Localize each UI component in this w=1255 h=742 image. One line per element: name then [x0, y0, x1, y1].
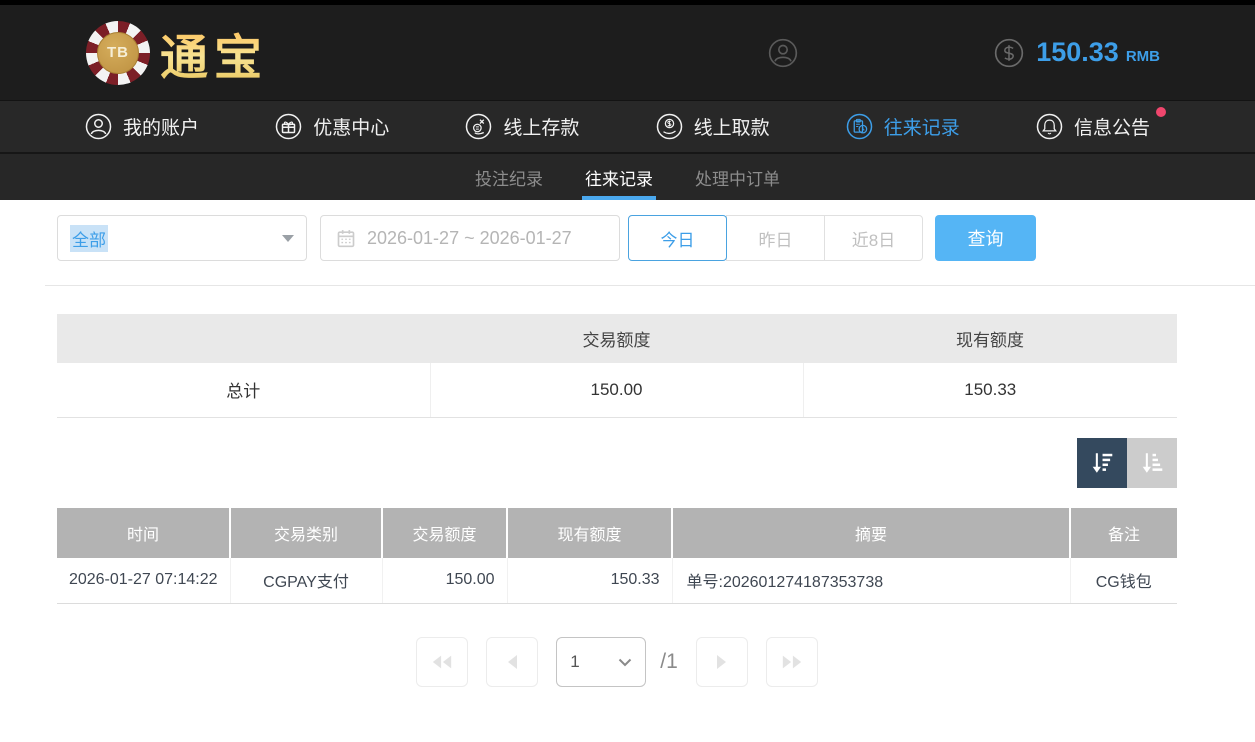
- balance-amount: 150.33: [1036, 37, 1119, 68]
- caret-down-icon: [282, 235, 294, 242]
- chip-initials: TB: [107, 44, 129, 61]
- records-table: 时间 交易类别 交易额度 现有额度 摘要 备注 2026-01-27 07:14…: [57, 508, 1177, 605]
- nav-label: 信息公告: [1074, 113, 1150, 140]
- user-account[interactable]: [768, 38, 942, 68]
- summary-total-label: 总计: [57, 363, 430, 417]
- summary-header-trade-amount: 交易额度: [430, 314, 803, 363]
- brand-logo[interactable]: TB 通宝: [86, 18, 268, 88]
- first-page-button[interactable]: [416, 637, 468, 687]
- nav-item-announcements[interactable]: 信息公告: [1036, 113, 1150, 140]
- col-amount: 交易额度: [382, 508, 507, 558]
- summary-trade-amount: 150.00: [430, 363, 803, 417]
- cell-time: 2026-01-27 07:14:22: [57, 558, 230, 604]
- page-total: /1: [660, 650, 678, 674]
- last-page-button[interactable]: [766, 637, 818, 687]
- censored-username: [804, 40, 942, 65]
- summary-balance: 150.33: [803, 363, 1177, 417]
- nav-item-transaction-records[interactable]: 往来记录: [846, 113, 960, 140]
- last-8-days-button[interactable]: 近8日: [824, 215, 923, 261]
- nav-item-withdraw[interactable]: 线上取款: [656, 113, 770, 140]
- tab-pending-orders[interactable]: 处理中订单: [692, 154, 783, 200]
- yesterday-button[interactable]: 昨日: [726, 215, 825, 261]
- section-divider: [45, 285, 1255, 286]
- last-page-icon: [781, 653, 803, 671]
- summary-header-balance: 现有额度: [803, 314, 1177, 363]
- nav-label: 线上存款: [503, 113, 579, 140]
- tab-betting-records[interactable]: 投注纪录: [472, 154, 546, 200]
- records-icon: [846, 113, 873, 140]
- summary-total-row: 总计 150.00 150.33: [57, 363, 1177, 417]
- page-select[interactable]: 1: [556, 637, 646, 687]
- date-range-value: 2026-01-27 ~ 2026-01-27: [367, 228, 572, 249]
- page-select-value: 1: [570, 652, 579, 672]
- sort-descending-button[interactable]: [1077, 438, 1127, 488]
- main-nav: 我的账户 优惠中心 线上存款 线上取款 往来记录: [0, 100, 1255, 152]
- pagination: 1 /1: [57, 637, 1177, 687]
- type-select[interactable]: 全部: [57, 215, 307, 261]
- today-button[interactable]: 今日: [628, 215, 727, 261]
- quick-date-group: 今日 昨日 近8日: [628, 215, 923, 261]
- sort-ascending-button[interactable]: [1127, 438, 1177, 488]
- nav-label: 我的账户: [123, 113, 199, 140]
- nav-item-my-account[interactable]: 我的账户: [85, 113, 199, 140]
- content: 全部 2026-01-27 ~ 2026-01-27 今日 昨日 近8日 查询 …: [0, 215, 1255, 687]
- sort-desc-icon: [1089, 450, 1115, 476]
- cell-amount: 150.00: [382, 558, 507, 604]
- nav-label: 优惠中心: [313, 113, 389, 140]
- col-type: 交易类别: [230, 508, 382, 558]
- balance-currency: RMB: [1126, 48, 1160, 65]
- deposit-icon: [465, 113, 492, 140]
- user-icon: [85, 113, 112, 140]
- bell-icon: [1036, 113, 1063, 140]
- records-header-row: 时间 交易类别 交易额度 现有额度 摘要 备注: [57, 508, 1177, 558]
- next-page-button[interactable]: [696, 637, 748, 687]
- nav-label: 往来记录: [884, 113, 960, 140]
- date-range-input[interactable]: 2026-01-27 ~ 2026-01-27: [320, 215, 620, 261]
- nav-item-deposit[interactable]: 线上存款: [465, 113, 579, 140]
- next-page-icon: [714, 653, 730, 671]
- withdraw-icon: [656, 113, 683, 140]
- nav-item-promotions[interactable]: 优惠中心: [275, 113, 389, 140]
- summary-header-row: 交易额度 现有额度: [57, 314, 1177, 363]
- col-summary: 摘要: [672, 508, 1070, 558]
- filter-row: 全部 2026-01-27 ~ 2026-01-27 今日 昨日 近8日 查询: [57, 215, 1177, 261]
- sort-asc-icon: [1139, 450, 1165, 476]
- type-select-value: 全部: [70, 225, 108, 252]
- notification-dot: [1156, 107, 1166, 117]
- prev-page-button[interactable]: [486, 637, 538, 687]
- chevron-down-icon: [618, 658, 632, 667]
- sort-controls: [57, 438, 1177, 488]
- table-row: 2026-01-27 07:14:22 CGPAY支付 150.00 150.3…: [57, 558, 1177, 604]
- prev-page-icon: [504, 653, 520, 671]
- brand-name: 通宝: [160, 18, 268, 88]
- poker-chip-icon: TB: [86, 21, 150, 85]
- cell-type: CGPAY支付: [230, 558, 382, 604]
- balance-display[interactable]: 150.33 RMB: [994, 37, 1160, 68]
- col-note: 备注: [1070, 508, 1177, 558]
- search-button[interactable]: 查询: [935, 215, 1036, 261]
- first-page-icon: [431, 653, 453, 671]
- sub-nav: 投注纪录 往来记录 处理中订单: [0, 152, 1255, 200]
- nav-label: 线上取款: [694, 113, 770, 140]
- col-balance: 现有额度: [507, 508, 672, 558]
- tab-transaction-records[interactable]: 往来记录: [582, 154, 656, 200]
- gift-icon: [275, 113, 302, 140]
- col-time: 时间: [57, 508, 230, 558]
- cell-balance: 150.33: [507, 558, 672, 604]
- dollar-icon: [994, 38, 1024, 68]
- cell-summary: 单号:202601274187353738: [672, 558, 1070, 604]
- summary-header-blank: [57, 314, 430, 363]
- cell-note: CG钱包: [1070, 558, 1177, 604]
- summary-table: 交易额度 现有额度 总计 150.00 150.33: [57, 314, 1177, 418]
- calendar-icon: [336, 228, 356, 248]
- user-avatar-icon: [768, 38, 798, 68]
- header: TB 通宝 150.33 RMB: [0, 5, 1255, 100]
